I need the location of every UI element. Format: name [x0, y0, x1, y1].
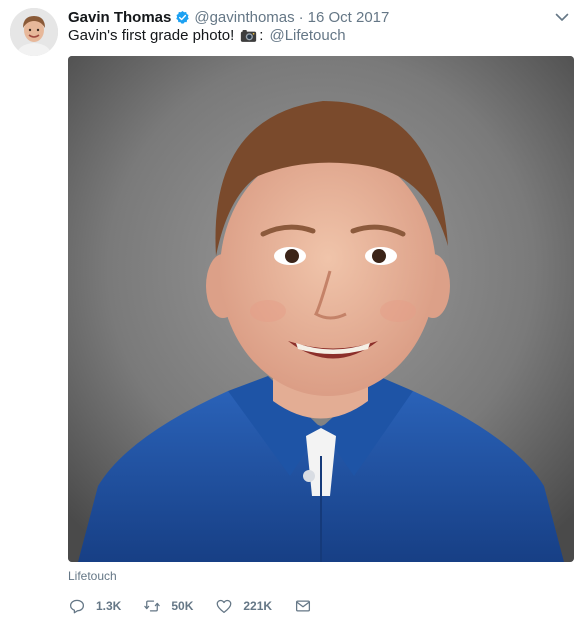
camera-emoji-icon	[241, 29, 257, 42]
avatar-photo	[10, 8, 58, 56]
tweet-photo[interactable]	[68, 56, 574, 562]
retweet-button[interactable]: 50K	[143, 597, 193, 615]
tweet-date[interactable]: 16 Oct 2017	[308, 9, 390, 26]
reply-button[interactable]: 1.3K	[68, 597, 121, 615]
reply-count: 1.3K	[96, 599, 122, 613]
user-handle[interactable]: @gavinthomas	[194, 9, 294, 26]
retweet-icon	[144, 600, 161, 612]
tweet-text: Gavin's first grade photo! : @Lifetouch	[68, 27, 346, 44]
verified-badge-icon	[176, 10, 190, 24]
separator-dot: ·	[298, 8, 304, 26]
display-name[interactable]: Gavin Thomas	[68, 9, 171, 26]
tweet-body: Gavin's first grade photo!	[68, 27, 235, 44]
school-portrait-image	[68, 56, 574, 562]
retweet-count: 50K	[171, 599, 194, 613]
emoji-colon: :	[259, 27, 264, 44]
like-button[interactable]: 221K	[215, 597, 272, 615]
tweet-actions: 1.3K 50K 221K	[68, 596, 334, 616]
like-count: 221K	[243, 599, 273, 613]
reply-icon	[69, 599, 85, 614]
heart-icon	[216, 599, 232, 614]
avatar[interactable]	[10, 8, 58, 56]
mention-link[interactable]: @Lifetouch	[269, 27, 345, 44]
tweet-header: Gavin Thomas @gavinthomas · 16 Oct 2017	[68, 7, 552, 27]
direct-message-button[interactable]	[294, 597, 312, 615]
envelope-icon	[296, 600, 311, 612]
chevron-down-icon[interactable]	[554, 9, 570, 25]
media-credit[interactable]: Lifetouch	[68, 569, 117, 583]
